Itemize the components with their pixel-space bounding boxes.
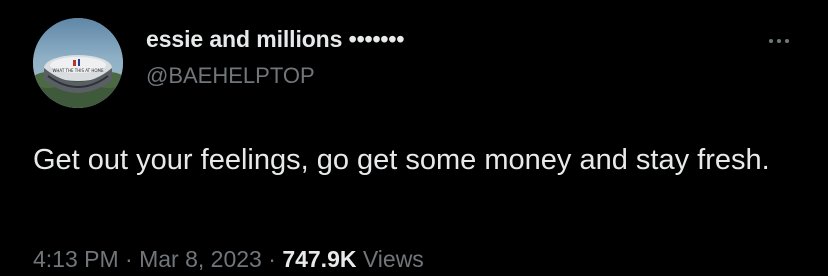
views-label: Views <box>356 246 424 272</box>
svg-text:WHAT THE THIS AT HOME: WHAT THE THIS AT HOME <box>52 68 104 73</box>
tweet-date[interactable]: Mar 8, 2023 <box>139 246 262 272</box>
ellipsis-icon <box>777 39 781 43</box>
display-name[interactable]: essie and millions ••••••• <box>146 26 404 53</box>
ellipsis-icon <box>785 39 789 43</box>
tweet-card: WHAT THE THIS AT HOME essie and millions… <box>0 0 828 276</box>
separator: · <box>261 246 283 272</box>
views-count[interactable]: 747.9K <box>282 246 356 272</box>
tweet-meta: 4:13 PM · Mar 8, 2023 · 747.9K Views <box>33 246 424 273</box>
tweet-time[interactable]: 4:13 PM <box>33 246 119 272</box>
stadium-photo-avatar-icon: WHAT THE THIS AT HOME <box>33 18 123 108</box>
tweet-text: Get out your feelings, go get some money… <box>33 144 770 176</box>
more-options-button[interactable] <box>762 30 796 52</box>
user-handle[interactable]: @BAEHELPTOP <box>146 63 315 89</box>
avatar[interactable]: WHAT THE THIS AT HOME <box>33 18 123 108</box>
ellipsis-icon <box>769 39 773 43</box>
separator: · <box>118 246 140 272</box>
